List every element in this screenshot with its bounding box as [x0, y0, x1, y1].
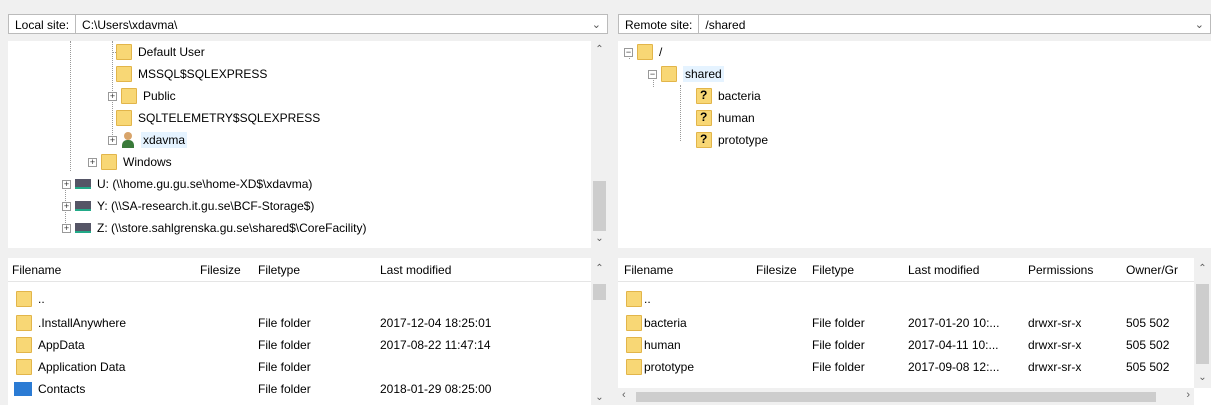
scroll-down-icon[interactable]: ⌄: [591, 392, 608, 403]
table-row[interactable]: human File folder 2017-04-11 10:... drwx…: [618, 334, 1211, 356]
remote-tree-root[interactable]: − /: [624, 41, 662, 63]
unknown-folder-icon: [696, 132, 712, 148]
scroll-down-icon[interactable]: ⌄: [1194, 372, 1211, 383]
tree-item-public[interactable]: + Public: [108, 85, 176, 107]
scroll-thumb[interactable]: [593, 284, 606, 300]
scroll-up-icon[interactable]: ⌃: [591, 263, 608, 274]
drive-icon: [75, 179, 91, 189]
tree-item-mssql[interactable]: MSSQL$SQLEXPRESS: [116, 63, 267, 85]
remote-site-label: Remote site:: [618, 14, 700, 34]
scroll-left-icon[interactable]: ‹: [622, 389, 626, 401]
tree-item-drive-y[interactable]: + Y: (\\SA-research.it.gu.se\BCF-Storage…: [62, 195, 314, 217]
folder-icon: [626, 337, 642, 353]
local-file-list-scrollbar[interactable]: ⌃ ⌄: [591, 258, 608, 405]
scroll-down-icon[interactable]: ⌄: [591, 233, 608, 244]
remote-file-list-hscrollbar[interactable]: ‹ ›: [618, 388, 1194, 405]
remote-file-list-scrollbar[interactable]: ⌃ ⌄: [1194, 258, 1211, 388]
scroll-thumb[interactable]: [593, 181, 606, 231]
expand-icon[interactable]: +: [108, 91, 117, 101]
chevron-down-icon[interactable]: ⌄: [592, 15, 601, 35]
scroll-up-icon[interactable]: ⌃: [1194, 263, 1211, 274]
column-filetype[interactable]: Filetype: [812, 263, 854, 277]
folder-icon: [626, 315, 642, 331]
collapse-icon[interactable]: −: [648, 69, 657, 79]
expand-icon[interactable]: +: [62, 179, 71, 189]
folder-icon: [16, 337, 32, 353]
remote-site-bar: Remote site: /shared ⌄: [618, 11, 1211, 37]
drive-icon: [75, 201, 91, 211]
column-last-modified[interactable]: Last modified: [908, 263, 979, 277]
scroll-up-icon[interactable]: ⌃: [591, 44, 608, 55]
folder-icon: [16, 291, 32, 307]
remote-tree-prototype[interactable]: prototype: [696, 129, 768, 151]
horizontal-splitter-right[interactable]: [618, 248, 1211, 258]
expand-icon[interactable]: +: [108, 135, 117, 145]
column-filesize[interactable]: Filesize: [200, 263, 241, 277]
user-icon: [121, 132, 135, 148]
tree-item-drive-z[interactable]: + Z: (\\store.sahlgrenska.gu.se\shared$\…: [62, 217, 366, 239]
tree-item-xdavma[interactable]: + xdavma: [108, 129, 188, 151]
folder-icon: [637, 44, 653, 60]
local-site-path-combo[interactable]: C:\Users\xdavma\ ⌄: [76, 14, 608, 34]
local-site-label: Local site:: [8, 14, 77, 34]
folder-icon: [661, 66, 677, 82]
table-row[interactable]: .InstallAnywhere File folder 2017-12-04 …: [8, 312, 608, 334]
folder-icon: [116, 110, 132, 126]
table-row[interactable]: prototype File folder 2017-09-08 12:... …: [618, 356, 1211, 378]
remote-file-list[interactable]: Filename Filesize Filetype Last modified…: [618, 258, 1211, 405]
unknown-folder-icon: [696, 88, 712, 104]
local-site-path: C:\Users\xdavma\: [82, 18, 178, 32]
column-filename[interactable]: Filename: [12, 263, 61, 277]
folder-icon: [626, 291, 642, 307]
column-owner-group[interactable]: Owner/Gr: [1126, 263, 1178, 277]
column-last-modified[interactable]: Last modified: [380, 263, 451, 277]
table-row[interactable]: ..: [8, 288, 608, 310]
drive-icon: [75, 223, 91, 233]
remote-tree-shared[interactable]: − shared: [648, 63, 724, 85]
column-filename[interactable]: Filename: [624, 263, 673, 277]
table-row[interactable]: bacteria File folder 2017-01-20 10:... d…: [618, 312, 1211, 334]
table-row[interactable]: Contacts File folder 2018-01-29 08:25:00: [8, 378, 608, 400]
local-directory-tree[interactable]: Default User MSSQL$SQLEXPRESS + Public S…: [8, 41, 608, 248]
tree-item-default-user[interactable]: Default User: [112, 41, 205, 63]
local-site-bar: Local site: C:\Users\xdavma\ ⌄: [8, 11, 608, 37]
column-filesize[interactable]: Filesize: [756, 263, 797, 277]
remote-site-path-combo[interactable]: /shared ⌄: [699, 14, 1211, 34]
folder-icon: [16, 359, 32, 375]
folder-icon: [116, 66, 132, 82]
tree-item-drive-u[interactable]: + U: (\\home.gu.gu.se\home-XD$\xdavma): [62, 173, 312, 195]
tree-item-windows[interactable]: + Windows: [88, 151, 172, 173]
scroll-right-icon[interactable]: ›: [1186, 389, 1190, 401]
horizontal-splitter-left[interactable]: [0, 248, 608, 258]
local-file-list-header: Filename Filesize Filetype Last modified: [8, 258, 591, 282]
scroll-thumb[interactable]: [636, 392, 1156, 402]
table-row[interactable]: Application Data File folder: [8, 356, 608, 378]
remote-tree-bacteria[interactable]: bacteria: [696, 85, 761, 107]
column-permissions[interactable]: Permissions: [1028, 263, 1093, 277]
column-filetype[interactable]: Filetype: [258, 263, 300, 277]
remote-file-list-header: Filename Filesize Filetype Last modified…: [618, 258, 1194, 282]
scroll-thumb[interactable]: [1196, 284, 1209, 364]
remote-directory-tree[interactable]: − / − shared bacteria human prototype: [618, 41, 1211, 248]
unknown-folder-icon: [696, 110, 712, 126]
expand-icon[interactable]: +: [88, 157, 97, 167]
local-tree-scrollbar[interactable]: ⌃ ⌄: [591, 41, 608, 248]
contacts-icon: [14, 382, 32, 396]
expand-icon[interactable]: +: [62, 223, 71, 233]
collapse-icon[interactable]: −: [624, 47, 633, 57]
vertical-splitter[interactable]: [608, 0, 618, 405]
chevron-down-icon[interactable]: ⌄: [1195, 15, 1204, 35]
folder-icon: [16, 315, 32, 331]
remote-tree-human[interactable]: human: [696, 107, 755, 129]
local-file-list[interactable]: Filename Filesize Filetype Last modified…: [8, 258, 608, 405]
folder-icon: [101, 154, 117, 170]
folder-icon: [116, 44, 132, 60]
tree-item-sqltelemetry[interactable]: SQLTELEMETRY$SQLEXPRESS: [116, 107, 320, 129]
expand-icon[interactable]: +: [62, 201, 71, 211]
remote-site-path: /shared: [705, 18, 746, 32]
folder-icon: [121, 88, 137, 104]
folder-icon: [626, 359, 642, 375]
table-row[interactable]: ..: [618, 288, 1211, 310]
table-row[interactable]: AppData File folder 2017-08-22 11:47:14: [8, 334, 608, 356]
